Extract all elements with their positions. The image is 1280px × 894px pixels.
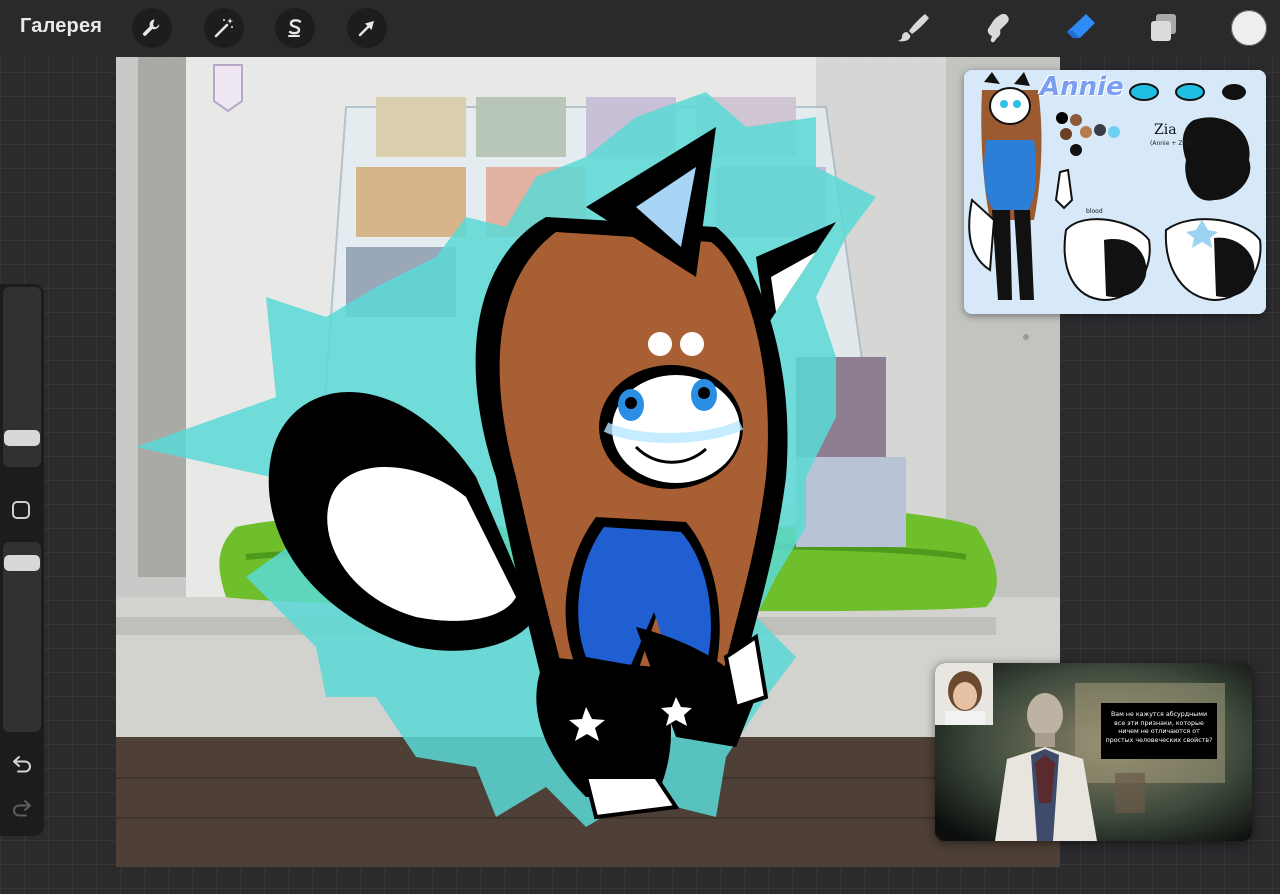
eraser-icon [1067,14,1095,38]
artwork [116,57,1060,867]
arrow-cursor-icon [358,21,374,37]
eraser-tool[interactable] [1062,10,1098,46]
undo-icon[interactable] [10,752,34,776]
reference-label: blood [1086,208,1103,215]
selection-button[interactable] [275,8,315,48]
reference-subtitle: Zia [1154,122,1177,138]
smudge-tool[interactable] [978,10,1014,46]
brush-tool[interactable] [894,10,930,46]
video-pip[interactable]: Вам не кажутся абсурдными все эти призна… [935,663,1252,841]
modify-button[interactable] [12,501,30,519]
transform-button[interactable] [347,8,387,48]
gallery-button[interactable]: Галерея [20,15,102,38]
reference-sheet-art [964,70,1266,314]
brush-size-thumb[interactable] [4,430,40,446]
reference-subtitle-note: (Annie + Zoro) [1150,140,1195,147]
adjustments-button[interactable] [204,8,244,48]
reference-title: Annie [1040,72,1124,102]
video-caption: Вам не кажутся абсурдными все эти призна… [1101,703,1217,759]
magic-wand-icon [214,18,233,38]
layers-tool[interactable] [1146,10,1182,46]
color-picker-button[interactable] [1231,10,1267,46]
opacity-thumb[interactable] [4,555,40,571]
drawing-canvas[interactable] [116,57,1060,867]
selection-s-icon [288,19,302,37]
top-toolbar: Галерея [0,0,1280,56]
left-sidebar [0,284,44,836]
reference-window[interactable]: Annie Zia (Annie + Zoro) blood [964,70,1266,314]
smudge-icon [987,14,1009,43]
brush-size-slider[interactable] [3,287,41,467]
opacity-slider[interactable] [3,542,41,732]
brush-icon [898,14,929,42]
redo-icon[interactable] [10,796,34,820]
wrench-icon [142,19,160,36]
layers-icon [1151,14,1176,41]
actions-button[interactable] [132,8,172,48]
